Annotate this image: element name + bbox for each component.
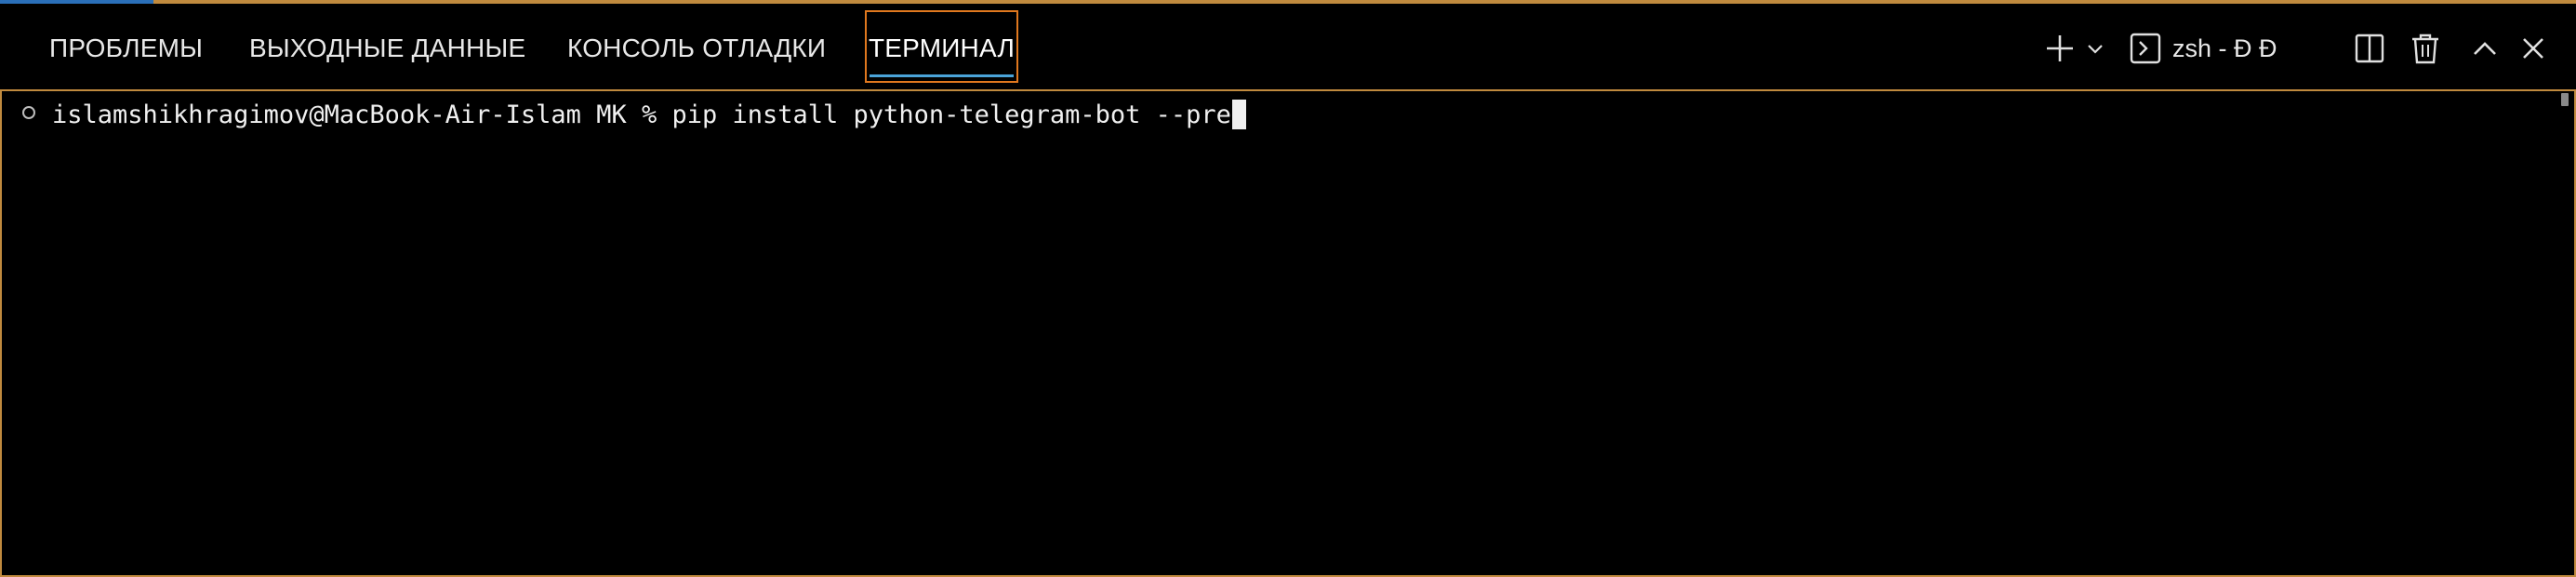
terminal-command-line[interactable]: islamshikhragimov@MacBook-Air-Islam MK %… <box>52 97 1246 134</box>
plus-icon <box>2047 35 2073 61</box>
launch-profile-dropdown[interactable] <box>2083 28 2107 69</box>
active-tab-indicator <box>870 74 1014 77</box>
terminal-command: pip install python-telegram-bot --pre <box>671 101 1231 129</box>
close-panel-button[interactable] <box>2515 28 2552 69</box>
terminal-output-area[interactable]: islamshikhragimov@MacBook-Air-Islam MK %… <box>0 89 2576 577</box>
trash-icon <box>2412 34 2438 64</box>
tab-problems[interactable]: ПРОБЛЕМЫ <box>49 26 203 71</box>
panel-tab-bar: ПРОБЛЕМЫ ВЫХОДНЫЕ ДАННЫЕ КОНСОЛЬ ОТЛАДКИ… <box>0 4 2576 89</box>
maximize-panel-button[interactable] <box>2466 28 2503 69</box>
kill-terminal-button[interactable] <box>2407 28 2444 69</box>
terminal-instance-label: zsh - Ð Ð <box>2172 34 2277 62</box>
terminal-instance-selector[interactable]: zsh - Ð Ð <box>2130 28 2325 69</box>
tab-terminal[interactable]: ТЕРМИНАЛ <box>865 10 1018 83</box>
terminal-icon <box>2130 33 2161 64</box>
terminal-panel: ПРОБЛЕМЫ ВЫХОДНЫЕ ДАННЫЕ КОНСОЛЬ ОТЛАДКИ… <box>0 0 2576 577</box>
tab-debug-console[interactable]: КОНСОЛЬ ОТЛАДКИ <box>567 26 826 71</box>
terminal-cursor <box>1231 99 1246 129</box>
close-icon <box>2523 38 2543 59</box>
new-terminal-button[interactable] <box>2038 28 2081 69</box>
terminal-prompt: islamshikhragimov@MacBook-Air-Islam MK % <box>52 101 672 129</box>
chevron-down-icon <box>2088 45 2103 54</box>
chevron-up-icon <box>2474 42 2496 55</box>
split-terminal-button[interactable] <box>2351 28 2388 69</box>
terminal-scrollbar[interactable] <box>2561 93 2569 106</box>
tab-output[interactable]: ВЫХОДНЫЕ ДАННЫЕ <box>249 26 525 71</box>
command-status-circle-icon <box>22 106 35 119</box>
split-icon <box>2355 34 2384 63</box>
